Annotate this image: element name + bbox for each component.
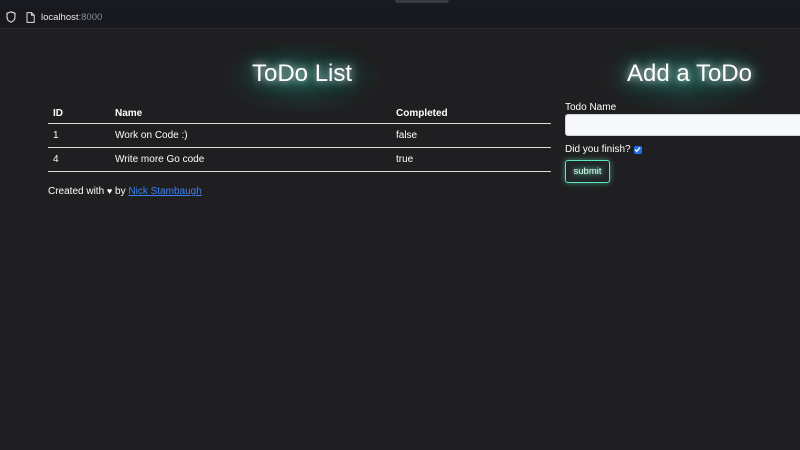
todo-id: 4 bbox=[48, 147, 110, 172]
todo-name-label: Todo Name bbox=[565, 102, 617, 113]
todo-completed: false bbox=[391, 123, 551, 148]
footer-credit: Created with ♥ by Nick Stambaugh bbox=[48, 186, 202, 197]
table-row: 4 Write more Go code true bbox=[48, 147, 551, 172]
page-icon bbox=[26, 11, 35, 23]
table-row: 1 Work on Code :) false bbox=[48, 123, 551, 148]
heart-icon: ♥ bbox=[106, 186, 113, 196]
finish-label: Did you finish? bbox=[565, 144, 631, 155]
todo-list-title: ToDo List bbox=[252, 60, 353, 87]
shield-icon[interactable] bbox=[6, 11, 16, 23]
column-header-completed: Completed bbox=[391, 104, 551, 124]
todo-name-input[interactable] bbox=[565, 114, 800, 136]
footer-by: by bbox=[115, 186, 126, 197]
url-text[interactable]: localhost:8000 bbox=[41, 12, 102, 23]
todo-completed: true bbox=[391, 147, 551, 172]
column-header-id: ID bbox=[48, 104, 110, 124]
footer-prefix: Created with bbox=[48, 186, 105, 197]
column-header-name: Name bbox=[110, 104, 391, 124]
url-host: localhost bbox=[41, 11, 79, 23]
todo-name: Work on Code :) bbox=[110, 123, 391, 148]
submit-button[interactable]: submit bbox=[565, 160, 610, 183]
finish-row: Did you finish? bbox=[565, 144, 642, 155]
todo-table: ID Name Completed 1 Work on Code :) fals… bbox=[48, 104, 551, 172]
add-todo-title: Add a ToDo bbox=[627, 60, 752, 87]
finish-checkbox[interactable] bbox=[633, 145, 642, 154]
author-link[interactable]: Nick Stambaugh bbox=[128, 186, 201, 197]
address-bar[interactable]: localhost:8000 bbox=[0, 6, 800, 29]
todo-name: Write more Go code bbox=[110, 147, 391, 172]
checkmark-icon bbox=[634, 147, 641, 153]
table-header-row: ID Name Completed bbox=[48, 104, 551, 124]
active-tab-indicator[interactable] bbox=[395, 0, 449, 3]
todo-id: 1 bbox=[48, 123, 110, 148]
url-port: :8000 bbox=[78, 11, 103, 23]
